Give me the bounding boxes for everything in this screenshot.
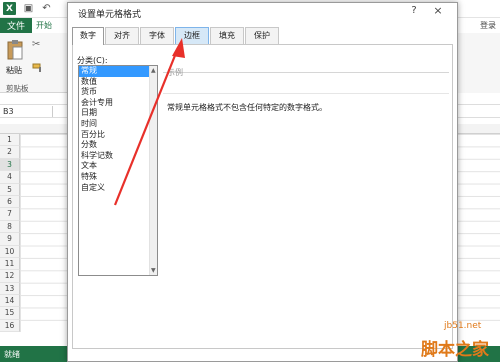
dialog-tabs: 数字 对齐 字体 边框 填充 保护 <box>72 27 452 45</box>
category-item[interactable]: 货币 <box>79 87 157 98</box>
tab-border[interactable]: 边框 <box>175 27 209 44</box>
row-header[interactable]: 10 <box>0 245 20 258</box>
row-header[interactable]: 3 <box>0 158 20 172</box>
category-items: 常规 数值 货币 会计专用 日期 时间 百分比 分数 科学记数 文本 特殊 自定义 <box>79 66 157 193</box>
row-header[interactable]: 13 <box>0 282 20 296</box>
tab-alignment[interactable]: 对齐 <box>105 27 139 44</box>
row-header[interactable]: 14 <box>0 295 20 308</box>
sample-box-bottom <box>163 93 449 94</box>
category-item[interactable]: 文本 <box>79 161 157 172</box>
excel-logo-icon: X <box>3 2 16 15</box>
row-header[interactable]: 5 <box>0 183 20 196</box>
category-item[interactable]: 数值 <box>79 77 157 88</box>
number-tab-panel: 分类(C): 常规 数值 货币 会计专用 日期 时间 百分比 分数 科学记数 文本 特殊 自定义 ▲ … <box>72 44 453 349</box>
format-description: 常规单元格格式不包含任何特定的数字格式。 <box>167 103 327 112</box>
close-icon[interactable]: × <box>431 4 445 17</box>
row-header[interactable]: 12 <box>0 270 20 283</box>
sample-label: 示例 <box>167 68 183 77</box>
help-icon[interactable]: ? <box>408 5 420 16</box>
row-header[interactable]: 15 <box>0 307 20 320</box>
row-header[interactable]: 16 <box>0 319 20 333</box>
category-list[interactable]: 常规 数值 货币 会计专用 日期 时间 百分比 分数 科学记数 文本 特殊 自定义 ▲ ▼ <box>78 65 158 276</box>
scroll-down-icon[interactable]: ▼ <box>151 267 156 274</box>
format-cells-dialog: 设置单元格格式 ? × 数字 对齐 字体 边框 填充 保护 分类(C): 常规数… <box>67 2 458 362</box>
row-headers: 1 2 3 4 5 6 7 8 9 10 11 12 13 14 15 16 <box>0 134 20 333</box>
row-header[interactable]: 8 <box>0 220 20 234</box>
row-header[interactable]: 2 <box>0 146 20 159</box>
category-item[interactable]: 常规 <box>79 66 157 77</box>
ribbon-right-strip <box>458 33 500 93</box>
tab-font[interactable]: 字体 <box>140 27 174 44</box>
tab-number[interactable]: 数字 <box>72 27 104 45</box>
sample-divider <box>163 72 449 73</box>
category-item[interactable]: 特殊 <box>79 172 157 183</box>
row-header[interactable]: 7 <box>0 208 20 221</box>
paste-icon[interactable] <box>6 39 24 61</box>
paste-label[interactable]: 粘贴 <box>6 65 22 76</box>
tab-protection[interactable]: 保护 <box>245 27 279 44</box>
tab-file[interactable]: 文件 <box>0 18 32 33</box>
category-item[interactable]: 分数 <box>79 140 157 151</box>
watermark-url: jb51.net <box>444 321 482 331</box>
category-item[interactable]: 日期 <box>79 108 157 119</box>
row-header[interactable]: 11 <box>0 257 20 271</box>
clipboard-group-label: 剪贴板 <box>6 84 29 93</box>
scroll-up-icon[interactable]: ▲ <box>151 67 156 74</box>
category-item[interactable]: 自定义 <box>79 183 157 194</box>
status-text: 就绪 <box>4 350 20 359</box>
category-item[interactable]: 科学记数 <box>79 151 157 162</box>
category-item[interactable]: 百分比 <box>79 130 157 141</box>
format-painter-icon[interactable] <box>32 63 44 73</box>
dialog-title: 设置单元格格式 <box>78 10 142 20</box>
undo-icon[interactable]: ↶ <box>40 2 53 15</box>
row-header[interactable]: 9 <box>0 233 20 246</box>
category-scrollbar[interactable]: ▲ ▼ <box>149 66 157 275</box>
tab-fill[interactable]: 填充 <box>210 27 244 44</box>
cut-icon[interactable]: ✂ <box>32 39 40 50</box>
category-item[interactable]: 会计专用 <box>79 98 157 109</box>
row-header[interactable]: 1 <box>0 134 20 147</box>
row-header[interactable]: 6 <box>0 195 20 209</box>
save-icon[interactable]: ▣ <box>22 2 35 15</box>
watermark-brand: 脚本之家 <box>421 340 489 360</box>
login-link[interactable]: 登录 <box>480 18 496 33</box>
row-header[interactable]: 4 <box>0 171 20 184</box>
category-item[interactable]: 时间 <box>79 119 157 130</box>
name-box[interactable]: B3 <box>3 106 53 117</box>
tab-home[interactable]: 开始 <box>36 18 52 33</box>
